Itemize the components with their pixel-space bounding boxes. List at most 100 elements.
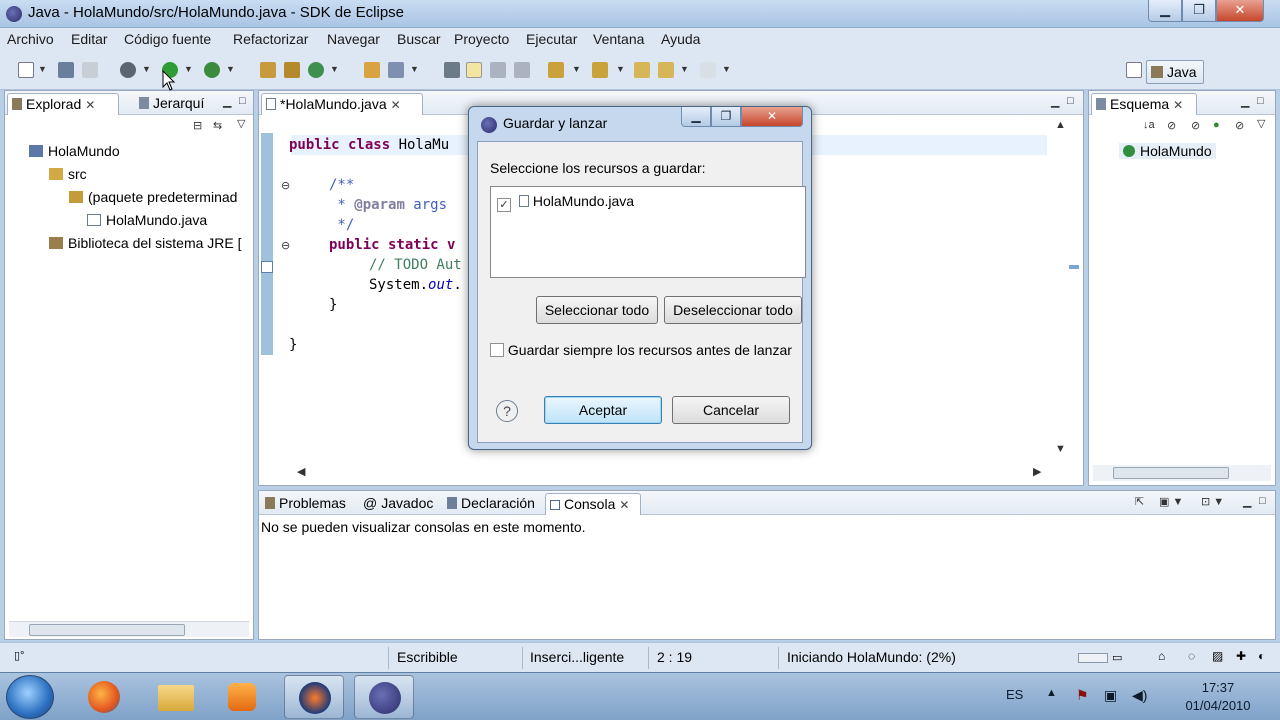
network-icon[interactable]: ▣: [1104, 687, 1117, 704]
new-class-icon[interactable]: [308, 62, 324, 78]
minimize-view-icon[interactable]: ▁: [1241, 95, 1249, 108]
menu-archivo[interactable]: Archivo: [7, 31, 54, 47]
scroll-down-icon[interactable]: ▼: [1055, 443, 1066, 455]
save-icon[interactable]: [58, 62, 74, 78]
scrollbar-thumb[interactable]: [29, 624, 185, 636]
minimize-view-icon[interactable]: ▁: [223, 95, 231, 108]
tree-item-project[interactable]: HolaMundo: [29, 143, 120, 159]
scroll-right-icon[interactable]: ▶: [1033, 465, 1041, 478]
chevron-down-icon[interactable]: ▼: [330, 64, 339, 74]
java-perspective-button[interactable]: Java: [1146, 60, 1204, 84]
horizontal-scrollbar[interactable]: [1093, 465, 1271, 481]
dialog-maximize-button[interactable]: ❐: [711, 107, 741, 127]
open-perspective-icon[interactable]: [1126, 62, 1142, 78]
overview-marker[interactable]: [1069, 265, 1079, 269]
show-whitespace-icon[interactable]: [514, 62, 530, 78]
new-package-icon[interactable]: [284, 62, 300, 78]
tray-icon[interactable]: ▨: [1212, 649, 1223, 663]
scroll-up-icon[interactable]: ▲: [1055, 119, 1066, 131]
next-annotation-icon[interactable]: [548, 62, 564, 78]
taskbar-eclipse[interactable]: [354, 675, 414, 719]
external-tools-icon[interactable]: [204, 62, 220, 78]
search-icon[interactable]: [388, 62, 404, 78]
language-indicator[interactable]: ES: [1006, 687, 1023, 702]
menu-navegar[interactable]: Navegar: [327, 31, 380, 47]
tray-icon[interactable]: ◐: [1258, 649, 1265, 663]
tree-item-src[interactable]: src: [49, 166, 87, 182]
tray-icon[interactable]: ✚: [1236, 649, 1246, 663]
window-titlebar[interactable]: Java - HolaMundo/src/HolaMundo.java - SD…: [0, 0, 1280, 28]
resource-item[interactable]: ✓ HolaMundo.java: [497, 193, 634, 212]
chevron-down-icon[interactable]: ▼: [572, 64, 581, 74]
chevron-down-icon[interactable]: ▼: [616, 64, 625, 74]
new-icon[interactable]: [18, 62, 34, 78]
maximize-view-icon[interactable]: □: [239, 95, 246, 107]
taskbar-media-player[interactable]: [212, 675, 272, 719]
always-save-option[interactable]: Guardar siempre los recursos antes de la…: [490, 342, 792, 358]
toggle-mark-occurrences-icon[interactable]: [444, 62, 460, 78]
close-button[interactable]: ✕: [1216, 0, 1264, 22]
chevron-down-icon[interactable]: ▼: [410, 64, 419, 74]
tray-icon[interactable]: ⌂: [1158, 649, 1165, 663]
hide-static-icon[interactable]: ⊘: [1191, 119, 1200, 132]
open-type-icon[interactable]: [364, 62, 380, 78]
close-icon[interactable]: ✕: [391, 98, 401, 112]
dialog-close-button[interactable]: ✕: [741, 107, 803, 127]
help-icon[interactable]: ?: [496, 400, 518, 422]
progress-view-icon[interactable]: ▭: [1112, 651, 1122, 664]
ok-button[interactable]: Aceptar: [544, 396, 662, 424]
close-icon[interactable]: ✕: [1173, 98, 1183, 112]
resource-list[interactable]: ✓ HolaMundo.java: [490, 186, 806, 278]
deselect-all-button[interactable]: Deseleccionar todo: [664, 296, 802, 324]
chevron-down-icon[interactable]: ▼: [142, 64, 151, 74]
menu-ventana[interactable]: Ventana: [593, 31, 644, 47]
close-icon[interactable]: ✕: [619, 498, 629, 512]
chevron-down-icon[interactable]: ▼: [184, 64, 193, 74]
tab-consola[interactable]: Consola ✕: [545, 493, 641, 515]
tree-item-java-file[interactable]: HolaMundo.java: [87, 212, 207, 228]
taskbar-firefox[interactable]: [74, 675, 134, 719]
chevron-down-icon[interactable]: ▼: [38, 64, 47, 74]
tab-javadoc[interactable]: @ Javadoc: [359, 493, 433, 515]
maximize-view-icon[interactable]: □: [1257, 95, 1264, 107]
task-marker-icon[interactable]: [261, 261, 273, 273]
debug-icon[interactable]: [120, 62, 136, 78]
fold-icon[interactable]: ⊖: [281, 179, 290, 192]
pin-console-icon[interactable]: ⇱: [1135, 495, 1144, 508]
maximize-view-icon[interactable]: □: [1067, 95, 1074, 107]
hide-fields-icon[interactable]: ⊘: [1167, 119, 1176, 132]
menu-codigo-fuente[interactable]: Código fuente: [124, 31, 211, 47]
cancel-button[interactable]: Cancelar: [672, 396, 790, 424]
menu-buscar[interactable]: Buscar: [397, 31, 441, 47]
new-console-icon[interactable]: ⊡ ▼: [1201, 495, 1224, 508]
tab-esquema[interactable]: Esquema ✕: [1091, 93, 1197, 115]
volume-icon[interactable]: ◀): [1132, 687, 1147, 704]
tree-item-package[interactable]: (paquete predeterminad: [69, 189, 237, 205]
fast-view-icon[interactable]: ▯°: [14, 649, 24, 662]
taskbar-explorer[interactable]: [146, 675, 206, 719]
chevron-down-icon[interactable]: ▼: [680, 64, 689, 74]
tab-declaracion[interactable]: Declaración: [443, 493, 535, 515]
fold-icon[interactable]: ⊖: [281, 239, 290, 252]
tab-explorador[interactable]: Explorad ✕: [7, 93, 119, 115]
resource-checkbox[interactable]: ✓: [497, 198, 511, 212]
clock[interactable]: 17:37 01/04/2010: [1168, 679, 1268, 715]
menu-ayuda[interactable]: Ayuda: [661, 31, 700, 47]
menu-editar[interactable]: Editar: [71, 31, 108, 47]
tab-problemas[interactable]: Problemas: [261, 493, 346, 515]
tree-item-jre[interactable]: Biblioteca del sistema JRE [: [49, 235, 242, 251]
menu-refactorizar[interactable]: Refactorizar: [233, 31, 308, 47]
menu-proyecto[interactable]: Proyecto: [454, 31, 509, 47]
tab-jerarquia[interactable]: Jerarquí: [135, 93, 204, 115]
back-icon[interactable]: [658, 62, 674, 78]
chevron-down-icon[interactable]: ▼: [226, 64, 235, 74]
horizontal-scrollbar[interactable]: [9, 621, 249, 637]
block-selection-icon[interactable]: [490, 62, 506, 78]
link-with-editor-icon[interactable]: ⇆: [213, 119, 222, 132]
view-menu-icon[interactable]: ▽: [1257, 117, 1265, 130]
last-edit-icon[interactable]: [634, 62, 650, 78]
sort-icon[interactable]: ↓a: [1143, 119, 1155, 131]
close-icon[interactable]: ✕: [85, 98, 95, 112]
display-console-icon[interactable]: ▣ ▼: [1159, 495, 1183, 508]
maximize-view-icon[interactable]: □: [1259, 495, 1266, 507]
